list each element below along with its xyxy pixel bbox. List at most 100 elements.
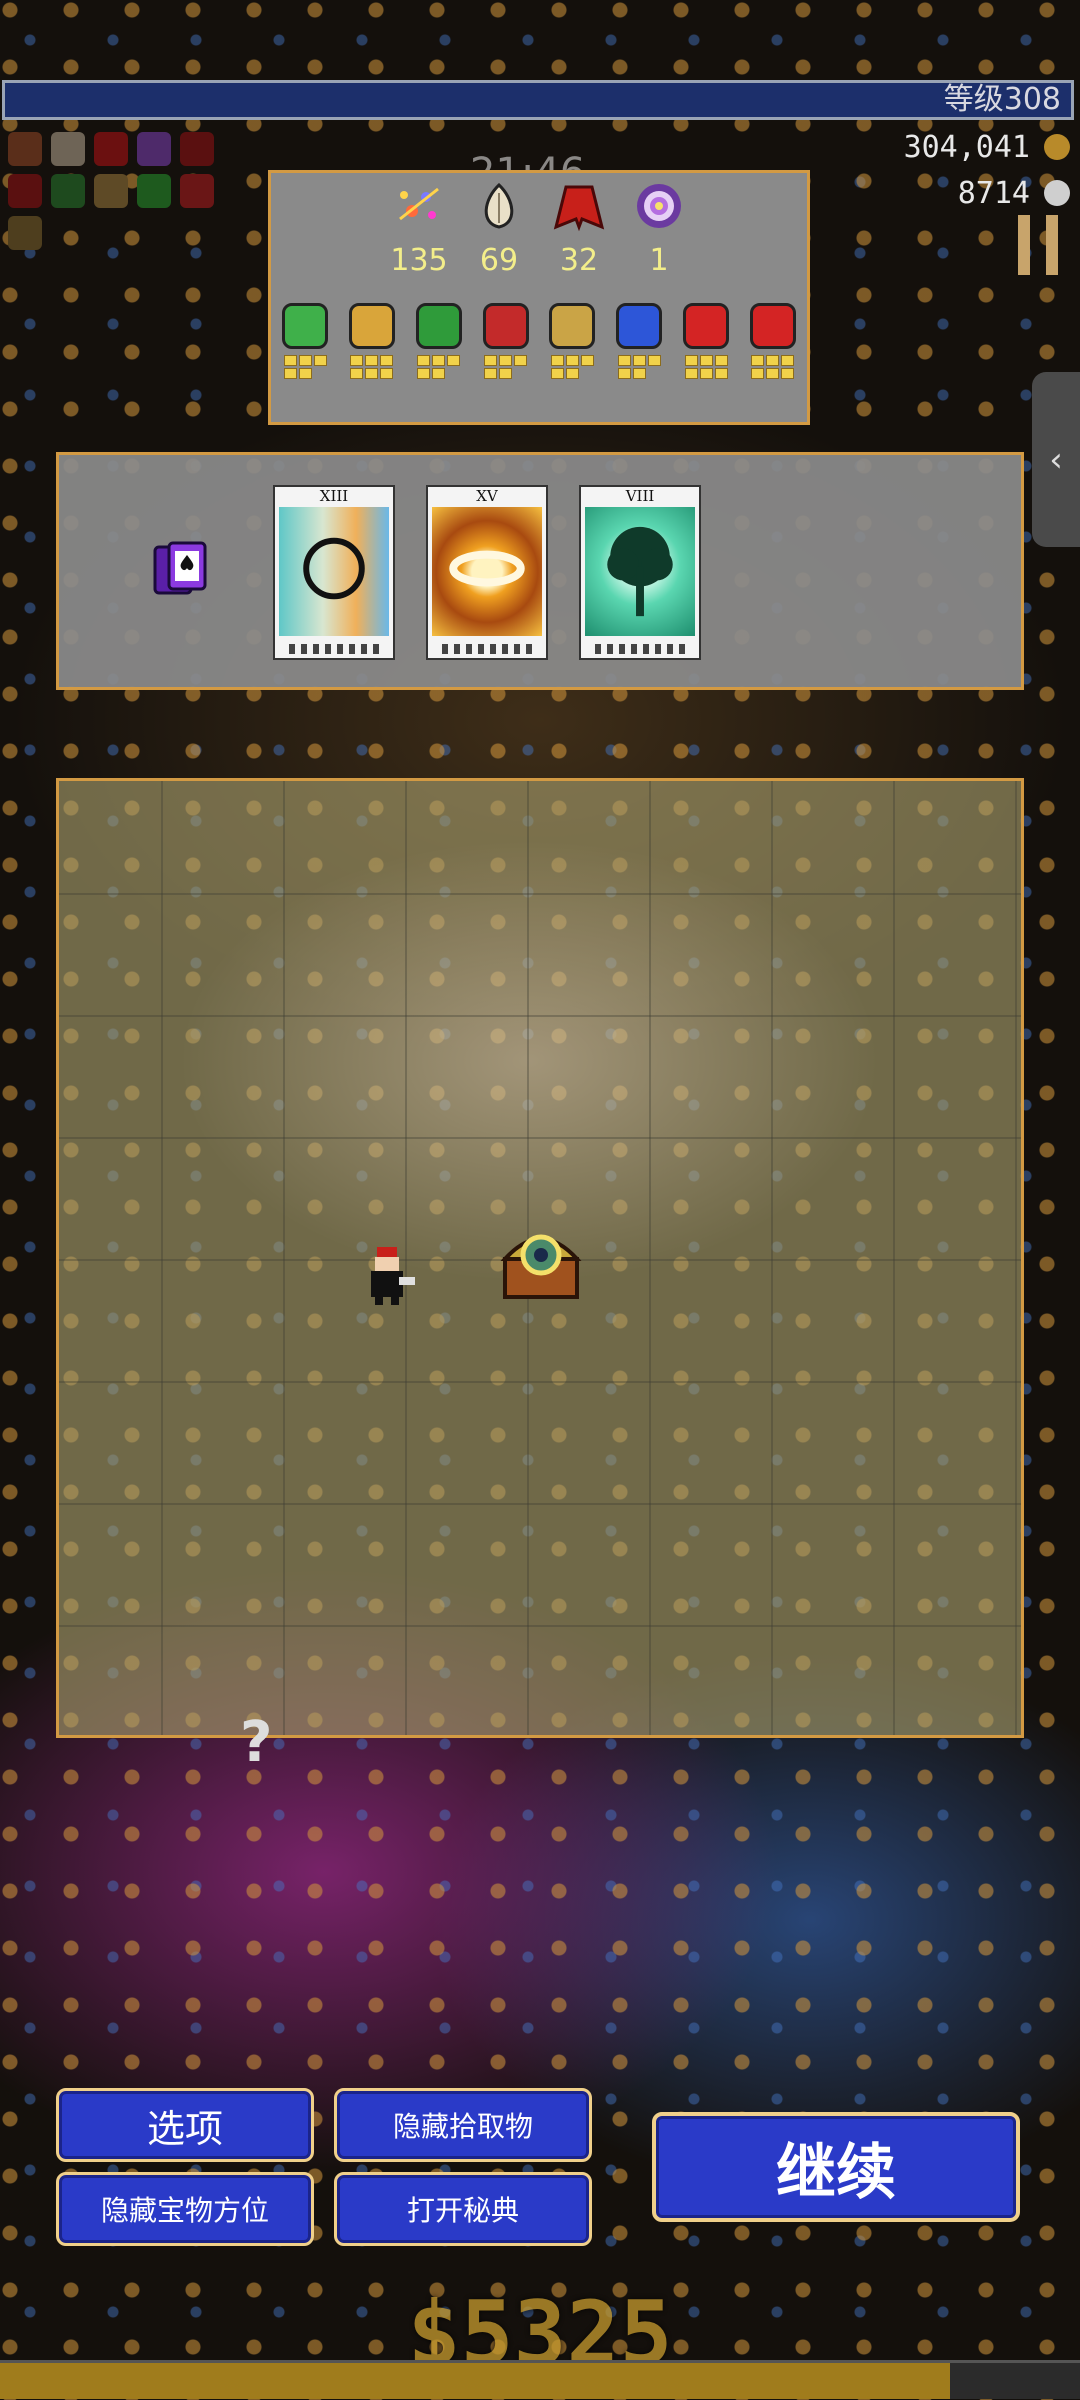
level-bar: 等级308 — [2, 80, 1074, 120]
passive-slot — [279, 303, 331, 379]
minimap-panel — [56, 778, 1024, 1738]
arcana-card[interactable]: XIII — [273, 485, 395, 660]
weapon-slot: 1 — [630, 179, 688, 278]
candelabra-icon — [549, 303, 596, 349]
level-block — [617, 368, 631, 379]
level-block — [580, 355, 594, 366]
red-cloak-icon — [553, 185, 605, 232]
treasure-chest-icon — [500, 1234, 582, 1299]
item-level-indicator — [279, 355, 331, 379]
level-block — [699, 355, 713, 366]
passive-slot — [613, 303, 665, 379]
experience-bar-fill — [0, 2363, 951, 2399]
item-level-indicator — [546, 355, 598, 379]
level-block — [447, 355, 461, 366]
card-numeral: XIII — [319, 487, 349, 505]
level-block — [350, 368, 364, 379]
firework-icon — [8, 132, 42, 166]
pause-button[interactable] — [1018, 215, 1058, 275]
card-numeral: VIII — [625, 487, 655, 505]
level-block — [714, 355, 728, 366]
clover-icon — [137, 174, 172, 208]
card-art-tree — [585, 507, 695, 636]
inventory-panel: 135 69 32 1 — [268, 170, 810, 425]
level-block — [632, 355, 646, 366]
passive-slot — [747, 303, 799, 379]
card-footer — [442, 644, 532, 654]
side-panel-toggle[interactable]: ‹ — [1032, 372, 1080, 547]
hide-pickups-button[interactable]: 隐藏拾取物 — [334, 2088, 592, 2162]
arcana-card[interactable]: VIII — [579, 485, 701, 660]
level-block — [417, 355, 431, 366]
level-block — [565, 368, 579, 379]
arrow-attractor-icon — [683, 303, 730, 349]
level-block — [514, 355, 528, 366]
continue-button[interactable]: 继续 — [652, 2112, 1020, 2222]
item-level-indicator — [747, 355, 799, 379]
weapon-count: 135 — [390, 243, 448, 278]
passive-slot — [546, 303, 598, 379]
level-block — [365, 355, 379, 366]
passive-slot — [346, 303, 398, 379]
orb-icon — [616, 303, 663, 349]
passive-slot — [680, 303, 732, 379]
level-block — [298, 355, 312, 366]
options-button[interactable]: 选项 — [56, 2088, 314, 2162]
level-block — [283, 368, 297, 379]
weapon-slot: 32 — [550, 179, 608, 278]
green-flower-icon — [51, 174, 86, 208]
level-block — [380, 368, 394, 379]
passive-slot — [480, 303, 532, 379]
level-block — [484, 368, 498, 379]
level-block — [766, 368, 780, 379]
level-block — [499, 368, 513, 379]
passive-slot — [413, 303, 465, 379]
weapon-slot: 135 — [390, 179, 448, 278]
red-cloak-icon — [94, 132, 129, 166]
card-numeral: XV — [476, 487, 498, 505]
weapon-count: 1 — [649, 243, 669, 278]
item-level-indicator — [680, 355, 732, 379]
open-grimoire-button[interactable]: 打开秘典 — [334, 2172, 592, 2246]
card-art-ring — [279, 507, 389, 636]
weapon-count: 69 — [479, 243, 519, 278]
gold-collected: 304,041 — [903, 130, 1030, 165]
hud-equipment-icons — [6, 130, 246, 256]
item-level-indicator — [346, 355, 398, 379]
level-block — [350, 355, 364, 366]
level-block — [365, 368, 379, 379]
clover-icon — [415, 303, 462, 349]
player-character-icon — [371, 1247, 415, 1305]
x-icon — [180, 132, 215, 166]
level-block — [432, 368, 446, 379]
arcana-cards-icon — [153, 541, 207, 595]
hide-treasure-location-button[interactable]: 隐藏宝物方位 — [56, 2172, 314, 2246]
kill-count: 8714 — [957, 176, 1030, 211]
level-label: 等级308 — [943, 82, 1061, 117]
level-block — [684, 355, 698, 366]
level-block — [766, 355, 780, 366]
book-icon — [180, 174, 215, 208]
level-block — [714, 368, 728, 379]
skull-icon — [1044, 180, 1070, 206]
level-block — [684, 368, 698, 379]
level-block — [298, 368, 312, 379]
target-icon — [637, 184, 681, 228]
arcana-card[interactable]: XV — [426, 485, 548, 660]
level-block — [283, 355, 297, 366]
level-block — [313, 355, 327, 366]
level-block — [550, 355, 564, 366]
item-level-indicator — [413, 355, 465, 379]
arrow-attractor-icon — [749, 303, 796, 349]
candelabra-icon — [8, 216, 42, 250]
card-footer — [289, 644, 379, 654]
garlic-icon — [51, 132, 86, 166]
level-block — [647, 355, 661, 366]
tome-icon — [482, 303, 529, 349]
target-icon — [137, 132, 172, 166]
level-block — [565, 355, 579, 366]
level-block — [632, 368, 646, 379]
weapon-count: 32 — [559, 243, 599, 278]
bracer-icon — [348, 303, 395, 349]
garlic-icon — [484, 182, 514, 229]
